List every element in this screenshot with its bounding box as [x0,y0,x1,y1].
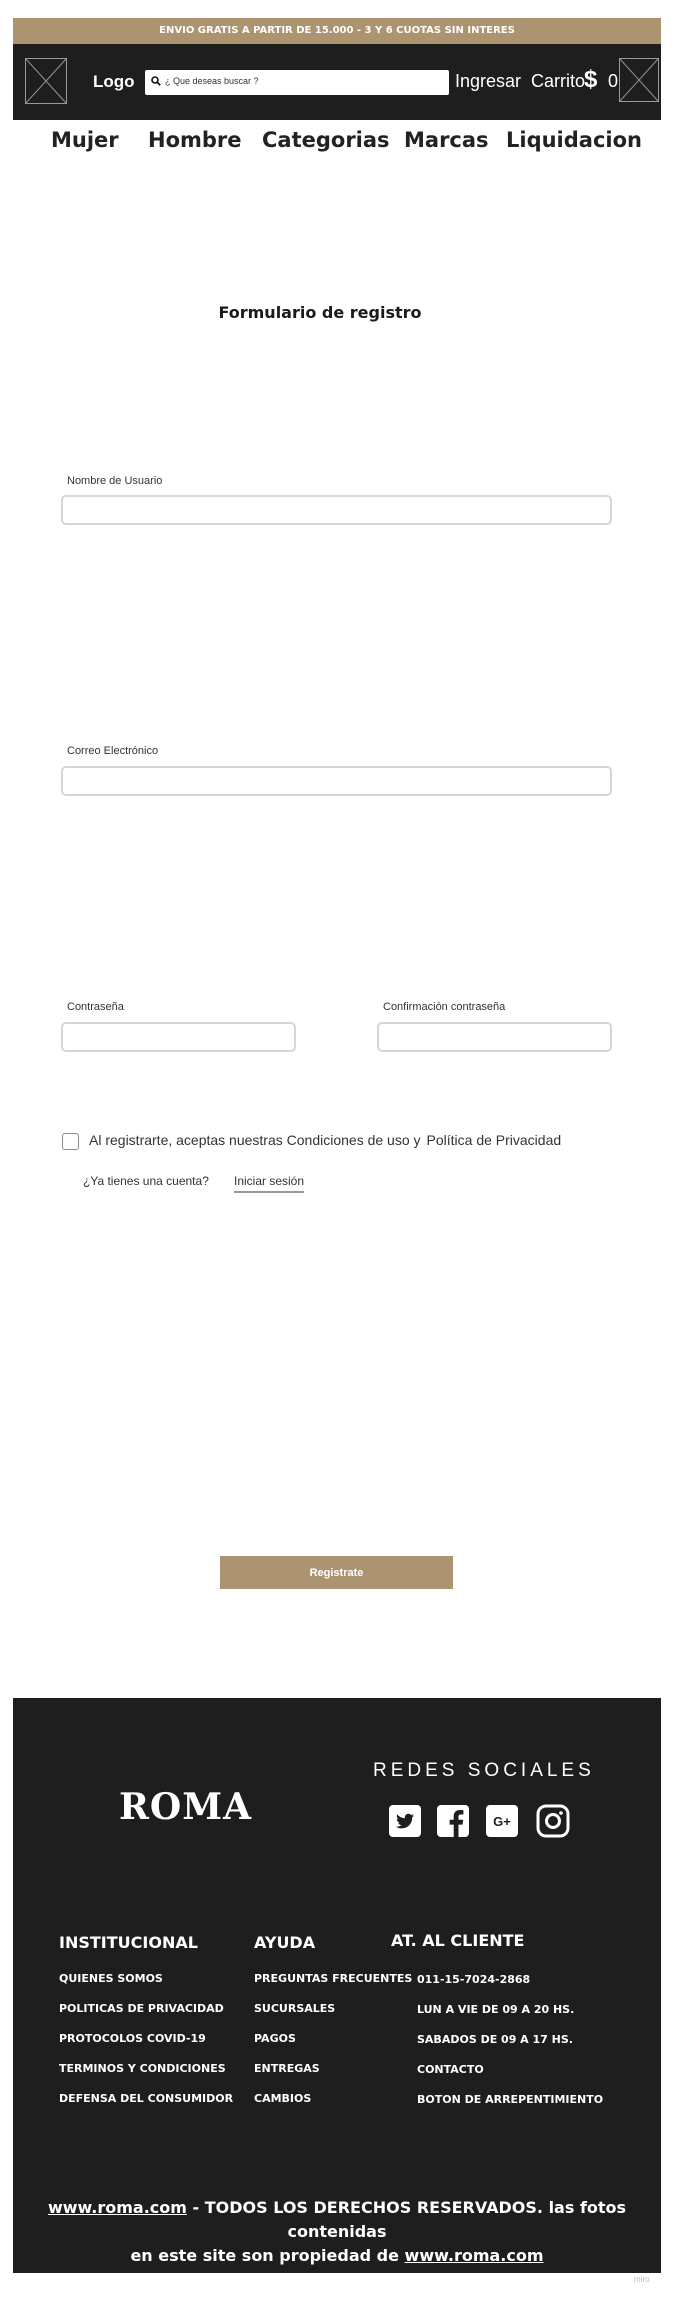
nav-item-categorias[interactable]: Categorias [262,128,390,152]
search-placeholder: ¿ Que deseas buscar ? [165,76,259,86]
footer-link[interactable]: CAMBIOS [254,2092,311,2105]
cart-count: 0 [608,71,619,91]
email-field[interactable] [61,766,612,796]
main-nav: Mujer Hombre Categorias Marcas Liquidaci… [0,128,674,160]
privacy-policy-link[interactable]: Política de Privacidad [427,1132,562,1148]
footer-link[interactable]: PAGOS [254,2032,296,2045]
email-label: Correo Electrónico [67,745,159,757]
instagram-icon[interactable] [536,1804,570,1838]
footer-link[interactable]: BOTON DE ARREPENTIMIENTO [417,2093,603,2106]
search-input[interactable]: ¿ Que deseas buscar ? [145,70,449,95]
have-account-text: ¿Ya tienes una cuenta? [83,1174,209,1188]
terms-prefix: Al registrarte, aceptas nuestras Condici… [89,1132,421,1148]
footer-link[interactable]: QUIENES SOMOS [59,1972,163,1985]
username-field[interactable] [61,495,612,525]
nav-item-mujer[interactable]: Mujer [51,128,119,152]
nav-item-hombre[interactable]: Hombre [148,128,242,152]
page-title: Formulario de registro [218,303,422,322]
footer-col-institucional-title: INSTITUCIONAL [59,1933,198,1952]
footer-link[interactable]: TERMINOS Y CONDICIONES [59,2062,226,2075]
copyright: www.roma.com - TODOS LOS DERECHOS RESERV… [13,2196,661,2268]
nav-item-marcas[interactable]: Marcas [404,128,489,152]
social-title: REDES SOCIALES [373,1760,595,1781]
announcement-bar: ENVIO GRATIS A PARTIR DE 15.000 - 3 Y 6 … [13,18,661,44]
svg-text:G+: G+ [493,1814,511,1829]
footer-link[interactable]: CONTACTO [417,2063,484,2076]
cart-link[interactable]: Carrito [531,71,585,92]
copyright-text: - TODOS LOS DERECHOS RESERVADOS. las fot… [192,2198,627,2241]
footer-brand: ROMA [119,1786,253,1828]
terms-checkbox[interactable] [62,1133,79,1150]
site-header: Logo ¿ Que deseas buscar ? Ingresar Carr… [13,44,661,120]
logo[interactable]: Logo [93,72,135,92]
facebook-icon[interactable] [436,1804,470,1838]
google-plus-icon[interactable]: G+ [485,1804,519,1838]
footer-col-ayuda-title: AYUDA [254,1933,316,1952]
footer-link[interactable]: PREGUNTAS FRECUENTES [254,1972,412,1985]
footer-hours: SABADOS DE 09 A 17 HS. [417,2033,573,2046]
site-footer: ROMA REDES SOCIALES G+ INSTITUCIONAL AYU… [13,1698,661,2273]
terms-text: Al registrarte, aceptas nuestras Condici… [89,1132,567,1148]
footer-hours: LUN A VIE DE 09 A 20 HS. [417,2003,575,2016]
register-button[interactable]: Registrate [220,1556,453,1589]
footer-link[interactable]: DEFENSA DEL CONSUMIDOR [59,2092,233,2105]
search-icon [151,76,161,86]
footer-link[interactable]: POLITICAS DE PRIVACIDAD [59,2002,224,2015]
footer-link[interactable]: SUCURSALES [254,2002,335,2015]
copyright-link[interactable]: www.roma.com [405,2246,544,2265]
nav-item-liquidacion[interactable]: Liquidacion [506,128,642,152]
footer-link[interactable]: ENTREGAS [254,2062,320,2075]
footer-col-cliente-title: AT. AL CLIENTE [391,1931,525,1950]
login-link[interactable]: Ingresar [455,71,521,92]
watermark: miro [634,2275,650,2284]
image-placeholder-icon [619,58,659,102]
password-field[interactable] [61,1022,296,1052]
footer-phone: 011-15-7024-2868 [417,1973,531,1986]
confirm-password-label: Confirmación contraseña [383,1001,506,1013]
copyright-text: en este site son propiedad de [130,2246,399,2265]
confirm-password-field[interactable] [377,1022,612,1052]
signin-link[interactable]: Iniciar sesión [234,1174,305,1193]
dollar-icon[interactable]: $ [584,66,597,94]
menu-placeholder-icon[interactable] [25,58,67,104]
twitter-icon[interactable] [388,1804,422,1838]
password-label: Contraseña [67,1001,124,1013]
footer-link[interactable]: PROTOCOLOS COVID-19 [59,2032,206,2045]
copyright-link[interactable]: www.roma.com [48,2198,187,2217]
username-label: Nombre de Usuario [67,475,163,487]
